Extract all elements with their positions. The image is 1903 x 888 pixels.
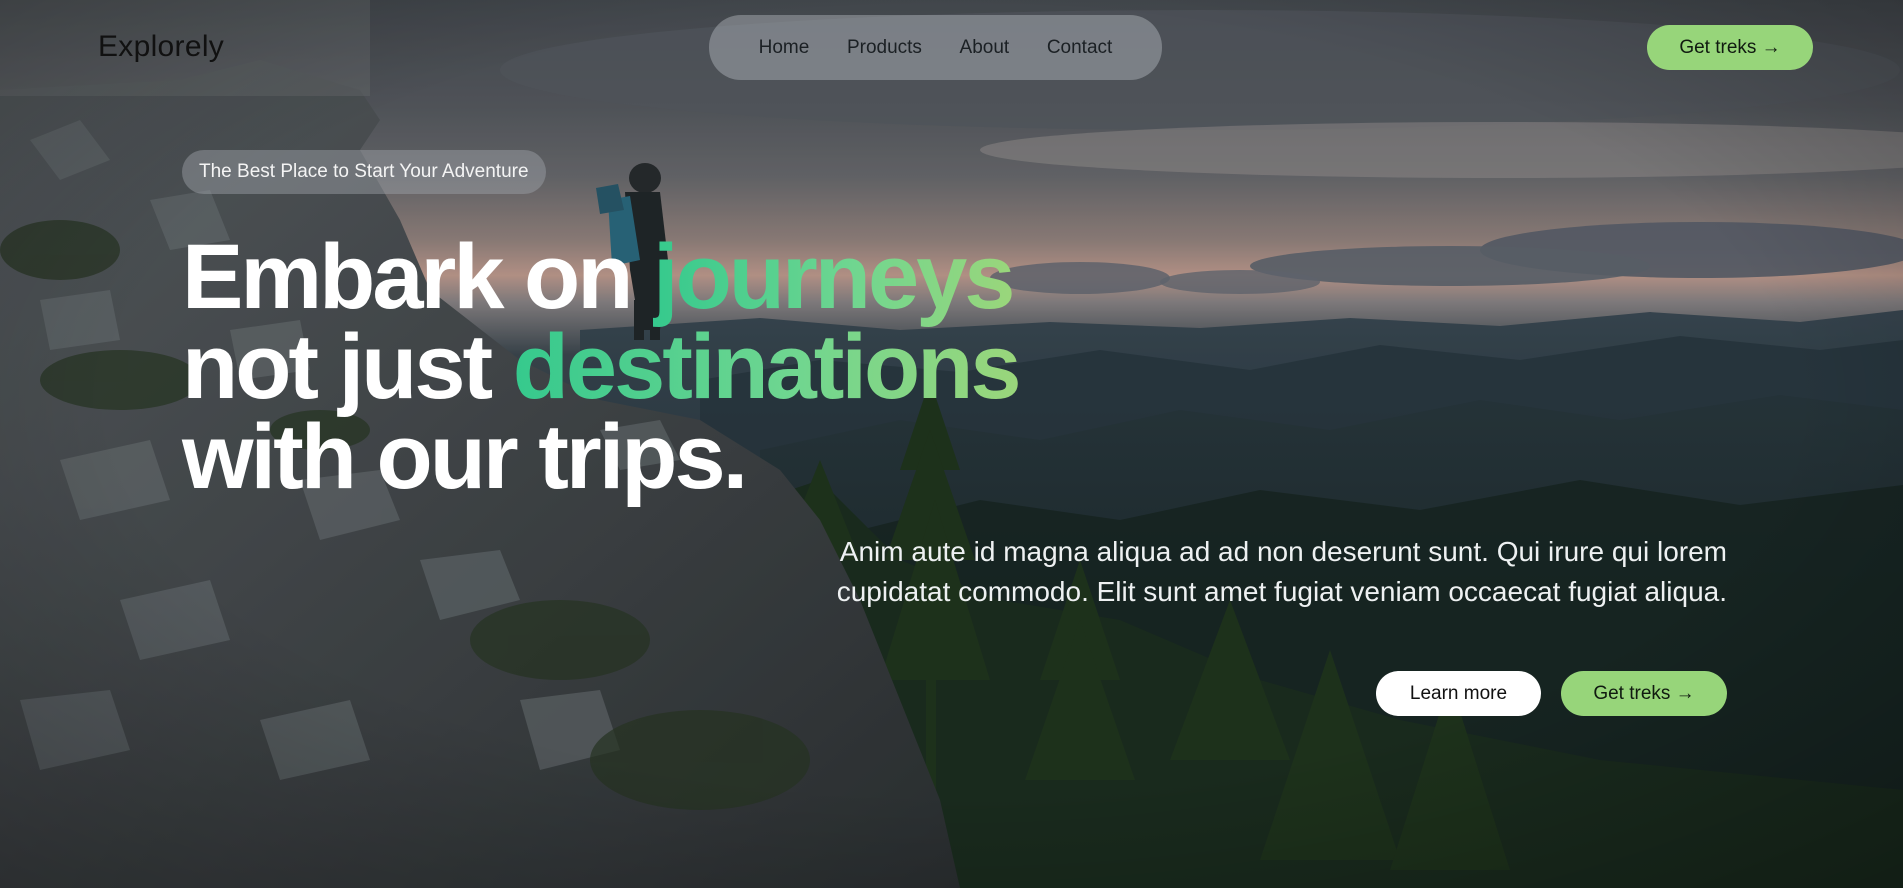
header-get-treks-button[interactable]: Get treks → — [1647, 25, 1813, 70]
headline-line-1-plain: Embark on — [182, 226, 654, 328]
headline-line-2: not just destinations — [182, 321, 1022, 413]
top-navigation-bar: Explorely Home Products About Contact Ge… — [0, 0, 1903, 96]
main-nav: Home Products About Contact — [709, 15, 1162, 80]
headline-line-1: Embark on journeys — [182, 231, 1019, 323]
headline-line-3: with our trips. — [182, 406, 748, 508]
hero-headline: Embark on journeys not just destinations… — [182, 231, 1022, 508]
nav-item-about[interactable]: About — [960, 37, 1010, 59]
hero-description: Anim aute id magna aliqua ad ad non dese… — [836, 536, 1727, 607]
nav-item-products[interactable]: Products — [847, 37, 922, 59]
nav-item-home[interactable]: Home — [759, 37, 810, 59]
hero-get-treks-button[interactable]: Get treks → — [1561, 671, 1727, 716]
nav-item-contact[interactable]: Contact — [1047, 37, 1112, 59]
learn-more-button[interactable]: Learn more — [1376, 671, 1541, 716]
hero-section: Explorely Home Products About Contact Ge… — [0, 0, 1903, 888]
headline-accent-destinations: destinations — [512, 316, 1022, 418]
brand-logo[interactable]: Explorely — [98, 30, 224, 64]
hero-badge: The Best Place to Start Your Adventure — [182, 150, 546, 194]
headline-line-2-plain: not just — [182, 316, 513, 418]
headline-accent-journeys: journeys — [653, 226, 1015, 328]
